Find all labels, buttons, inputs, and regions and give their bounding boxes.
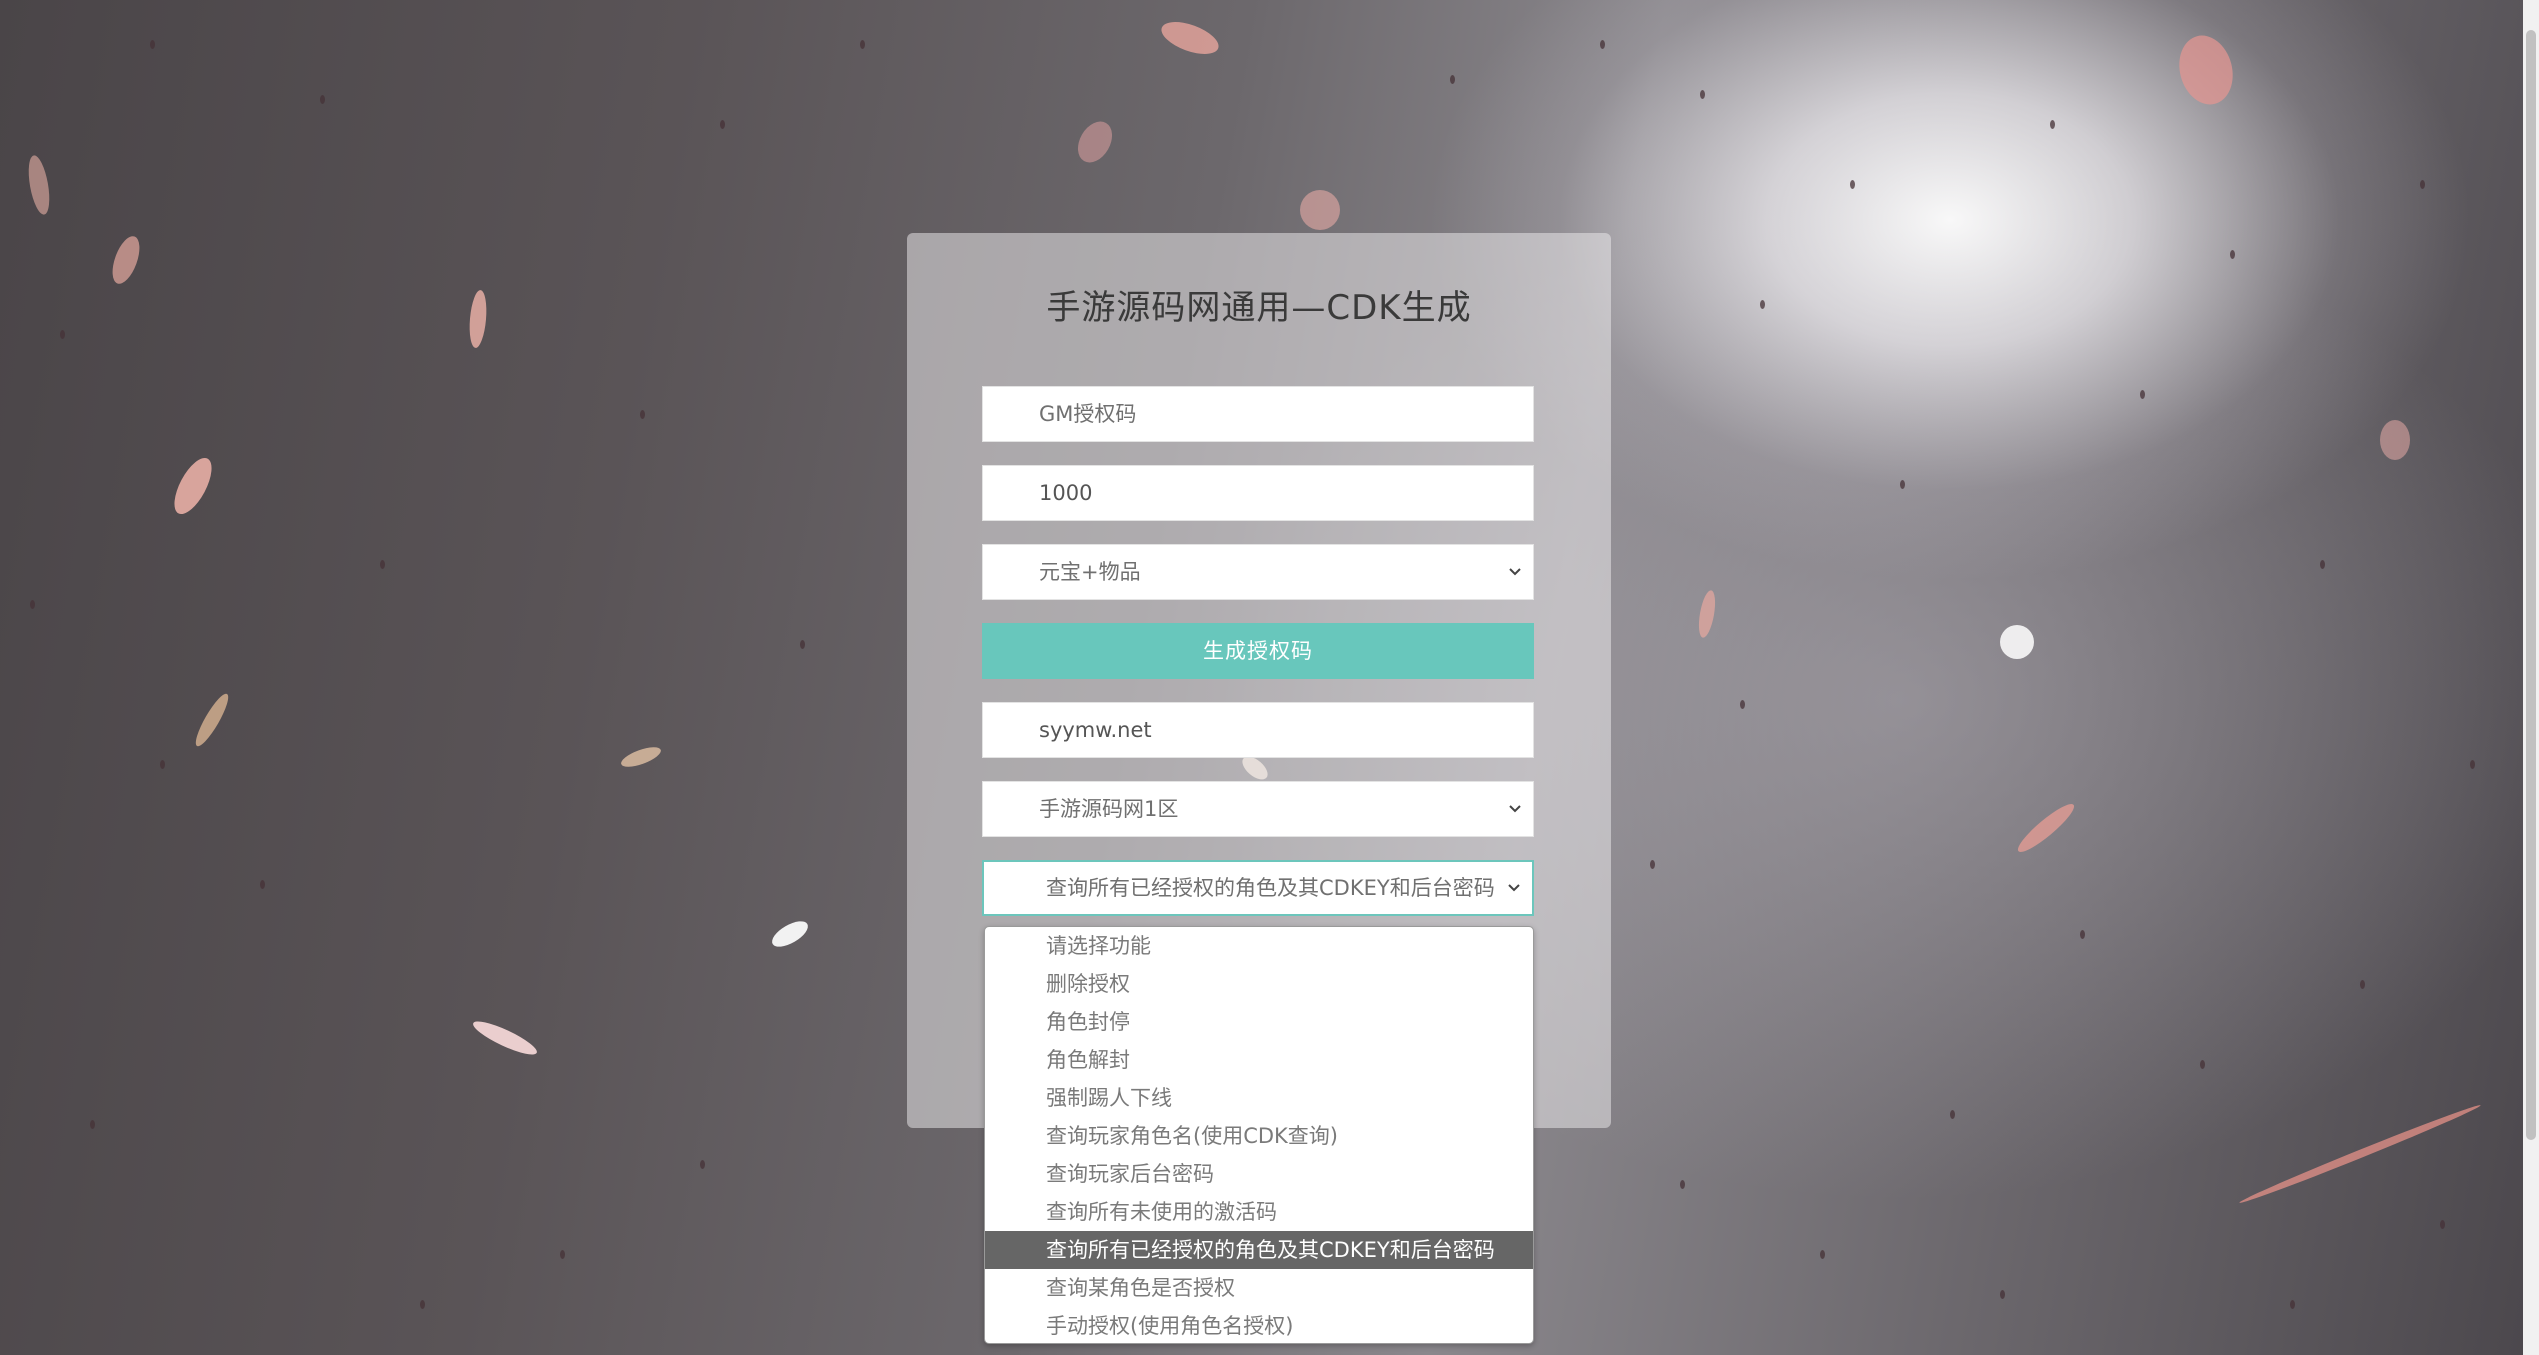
dropdown-option[interactable]: 请选择功能 (985, 927, 1533, 965)
function-select-value: 查询所有已经授权的角色及其CDKEY和后台密码 (1046, 876, 1495, 900)
page-scrollbar[interactable] (2523, 0, 2539, 1355)
page-title: 手游源码网通用—CDK生成 (1046, 288, 1472, 328)
dropdown-option-selected[interactable]: 查询所有已经授权的角色及其CDKEY和后台密码 (985, 1231, 1533, 1269)
dropdown-option[interactable]: 查询玩家后台密码 (985, 1155, 1533, 1193)
gm-code-input[interactable]: GM授权码 (982, 386, 1534, 442)
chevron-down-icon (1505, 545, 1525, 599)
dropdown-option[interactable]: 查询所有未使用的激活码 (985, 1193, 1533, 1231)
item-type-select-value: 元宝+物品 (1039, 560, 1141, 584)
server-select[interactable]: 手游源码网1区 (982, 781, 1534, 837)
generate-code-button[interactable]: 生成授权码 (982, 623, 1534, 679)
chevron-down-icon (1504, 862, 1524, 914)
dropdown-option[interactable]: 查询玩家角色名(使用CDK查询) (985, 1117, 1533, 1155)
server-select-value: 手游源码网1区 (1039, 797, 1179, 821)
dropdown-option[interactable]: 查询某角色是否授权 (985, 1269, 1533, 1307)
amount-input[interactable]: 1000 (982, 465, 1534, 521)
scrollbar-thumb[interactable] (2526, 30, 2536, 1140)
dropdown-option[interactable]: 角色解封 (985, 1041, 1533, 1079)
dropdown-option[interactable]: 手动授权(使用角色名授权) (985, 1307, 1533, 1343)
domain-input[interactable]: syymw.net (982, 702, 1534, 758)
dropdown-option[interactable]: 角色封停 (985, 1003, 1533, 1041)
function-dropdown-list[interactable]: 请选择功能 删除授权 角色封停 角色解封 强制踢人下线 查询玩家角色名(使用CD… (984, 926, 1534, 1344)
dropdown-option[interactable]: 删除授权 (985, 965, 1533, 1003)
chevron-down-icon (1505, 782, 1525, 836)
item-type-select[interactable]: 元宝+物品 (982, 544, 1534, 600)
function-select[interactable]: 查询所有已经授权的角色及其CDKEY和后台密码 (982, 860, 1534, 916)
dropdown-option[interactable]: 强制踢人下线 (985, 1079, 1533, 1117)
